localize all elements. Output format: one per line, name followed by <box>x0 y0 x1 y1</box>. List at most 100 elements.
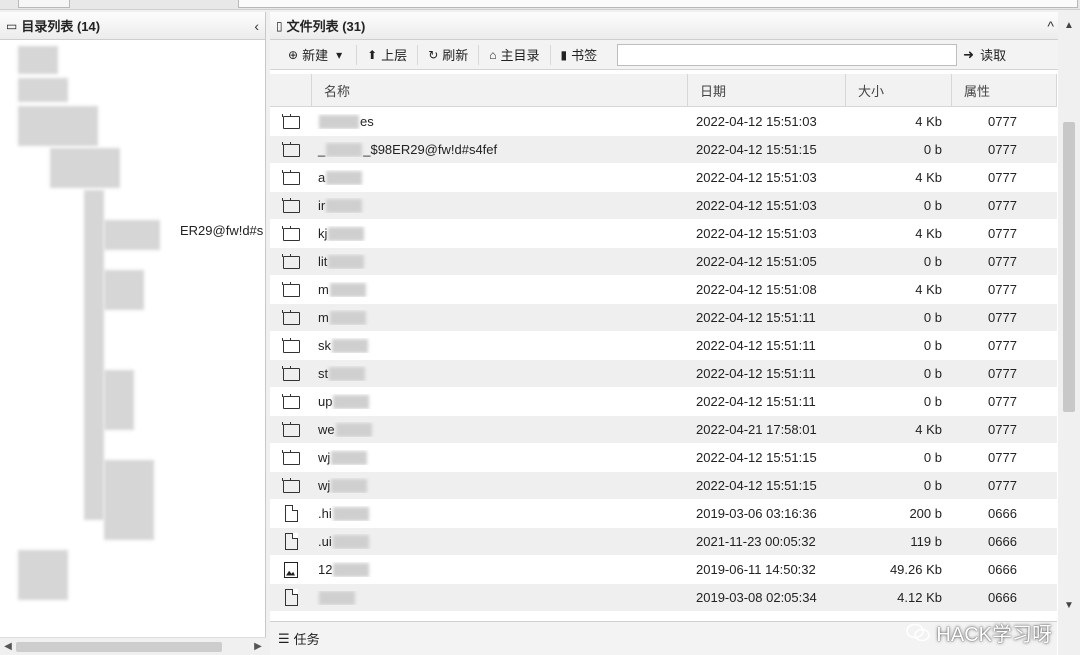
name-column-header[interactable]: 名称 <box>312 74 688 106</box>
tree-node-label[interactable]: ER29@fw!d#s <box>180 223 263 238</box>
file-name[interactable]: up <box>312 394 688 409</box>
new-button[interactable]: ⊕ 新建 ▾ <box>278 44 358 65</box>
file-size: 200 b <box>909 506 942 521</box>
table-row[interactable]: ir 2022-04-12 15:51:03 0 b 0777 <box>270 192 1057 220</box>
file-toolbar: ⊕ 新建 ▾ ⬆ 上层 ↻ 刷新 ⌂ 主目录 ▮ 书签 ➜ 读取 <box>270 40 1080 70</box>
file-attr[interactable]: 0666 <box>952 562 1057 577</box>
file-attr[interactable]: 0777 <box>952 282 1057 297</box>
collapse-up-icon[interactable]: ^ <box>1047 18 1054 34</box>
file-vertical-scrollbar[interactable]: ▲ ▼ <box>1058 12 1080 655</box>
file-attr[interactable]: 0777 <box>952 254 1057 269</box>
table-row[interactable]: up 2022-04-12 15:51:11 0 b 0777 <box>270 388 1057 416</box>
file-name[interactable]: we <box>312 422 688 437</box>
tree-node[interactable] <box>18 106 98 146</box>
table-row[interactable]: wj 2022-04-12 15:51:15 0 b 0777 <box>270 444 1057 472</box>
file-name[interactable]: wj <box>312 450 688 465</box>
file-name[interactable]: _ _$98ER29@fw!d#s4fef <box>312 142 688 157</box>
directory-tree[interactable]: ER29@fw!d#s <box>0 40 265 630</box>
table-row[interactable]: sk 2022-04-12 15:51:11 0 b 0777 <box>270 332 1057 360</box>
file-name[interactable]: lit <box>312 254 688 269</box>
file-attr[interactable]: 0777 <box>952 366 1057 381</box>
file-name[interactable]: ir <box>312 198 688 213</box>
table-row[interactable]: lit 2022-04-12 15:51:05 0 b 0777 <box>270 248 1057 276</box>
tree-node[interactable] <box>18 550 68 600</box>
file-attr[interactable]: 0777 <box>952 338 1057 353</box>
table-row[interactable]: m 2022-04-12 15:51:08 4 Kb 0777 <box>270 276 1057 304</box>
file-name[interactable]: m <box>312 310 688 325</box>
redacted-text <box>332 506 369 521</box>
left-scroll-thumb[interactable] <box>16 641 222 652</box>
file-name[interactable] <box>312 590 688 605</box>
tree-node[interactable] <box>50 148 120 188</box>
tree-node[interactable] <box>18 78 68 102</box>
file-attr[interactable]: 0666 <box>952 590 1057 605</box>
left-horizontal-scrollbar[interactable]: ◀ ▶ <box>0 637 266 655</box>
file-attr[interactable]: 0666 <box>952 534 1057 549</box>
file-name[interactable]: 12 <box>312 562 688 577</box>
table-row[interactable]: we 2022-04-21 17:58:01 4 Kb 0777 <box>270 416 1057 444</box>
tree-node[interactable] <box>18 46 58 74</box>
bookmark-button[interactable]: ▮ 书签 <box>551 45 608 65</box>
table-row[interactable]: m 2022-04-12 15:51:11 0 b 0777 <box>270 304 1057 332</box>
file-name[interactable]: wj <box>312 478 688 493</box>
size-column-header[interactable]: 大小 <box>846 74 952 106</box>
table-row[interactable]: a 2022-04-12 15:51:03 4 Kb 0777 <box>270 164 1057 192</box>
file-name[interactable]: a <box>312 170 688 185</box>
row-icon-cell <box>270 310 312 325</box>
scroll-up-icon[interactable]: ▲ <box>1058 20 1080 31</box>
file-attr[interactable]: 0777 <box>952 422 1057 437</box>
file-attr[interactable]: 0777 <box>952 142 1057 157</box>
tree-node[interactable] <box>104 270 144 310</box>
tree-node[interactable] <box>104 220 160 250</box>
scroll-left-icon[interactable]: ◀ <box>0 641 16 652</box>
table-row[interactable]: 12 2019-06-11 14:50:32 49.26 Kb 0666 <box>270 556 1057 584</box>
refresh-button[interactable]: ↻ 刷新 <box>418 44 480 65</box>
file-size: 0 b <box>923 394 942 409</box>
scroll-right-icon[interactable]: ▶ <box>250 641 266 652</box>
file-attr[interactable]: 0777 <box>952 478 1057 493</box>
path-input[interactable] <box>617 43 958 66</box>
tree-node[interactable] <box>104 460 154 540</box>
table-row[interactable]: wj 2022-04-12 15:51:15 0 b 0777 <box>270 472 1057 500</box>
table-row[interactable]: 2019-03-08 02:05:34 4.12 Kb 0666 <box>270 584 1057 612</box>
date-column-header[interactable]: 日期 <box>688 74 846 106</box>
file-name[interactable]: sk <box>312 338 688 353</box>
file-attr[interactable]: 0777 <box>952 114 1057 129</box>
scroll-down-icon[interactable]: ▼ <box>1058 600 1080 611</box>
attr-column-header[interactable]: 属性 <box>952 74 1057 106</box>
redacted-text <box>331 478 368 493</box>
task-bar-label[interactable]: 任务 <box>294 629 320 648</box>
top-address-field[interactable] <box>238 0 1078 8</box>
collapse-left-icon[interactable]: ‹ <box>254 18 259 34</box>
file-name[interactable]: m <box>312 282 688 297</box>
read-button[interactable]: ➜ 读取 <box>963 45 1006 64</box>
folder-icon <box>282 366 300 381</box>
file-scroll-thumb[interactable] <box>1063 122 1075 412</box>
file-name[interactable]: .ui <box>312 534 688 549</box>
file-attr[interactable]: 0777 <box>952 310 1057 325</box>
file-name[interactable]: .hi <box>312 506 688 521</box>
file-attr[interactable]: 0777 <box>952 198 1057 213</box>
file-name[interactable]: es <box>312 114 688 129</box>
table-row[interactable]: .hi 2019-03-06 03:16:36 200 b 0666 <box>270 500 1057 528</box>
file-name[interactable]: st <box>312 366 688 381</box>
table-row[interactable]: _ _$98ER29@fw!d#s4fef 2022-04-12 15:51:15 0… <box>270 136 1057 164</box>
table-row[interactable]: es 2022-04-12 15:51:03 4 Kb 0777 <box>270 108 1057 136</box>
file-attr[interactable]: 0666 <box>952 506 1057 521</box>
file-attr[interactable]: 0777 <box>952 394 1057 409</box>
file-attr[interactable]: 0777 <box>952 170 1057 185</box>
file-name[interactable]: kj <box>312 226 688 241</box>
file-attr[interactable]: 0777 <box>952 450 1057 465</box>
table-row[interactable]: st 2022-04-12 15:51:11 0 b 0777 <box>270 360 1057 388</box>
home-button[interactable]: ⌂ 主目录 <box>479 44 551 65</box>
file-table-body: es 2022-04-12 15:51:03 4 Kb 0777 _ _$98ER29@f… <box>270 108 1057 612</box>
table-row[interactable]: .ui 2021-11-23 00:05:32 119 b 0666 <box>270 528 1057 556</box>
table-row[interactable]: kj 2022-04-12 15:51:03 4 Kb 0777 <box>270 220 1057 248</box>
new-button-label: 新建 <box>302 48 329 63</box>
bookmark-button-label: 书签 <box>571 48 598 63</box>
up-button[interactable]: ⬆ 上层 <box>357 44 419 65</box>
file-date: 2022-04-12 15:51:11 <box>696 338 816 353</box>
file-attr[interactable]: 0777 <box>952 226 1057 241</box>
top-tab-button[interactable] <box>18 0 70 8</box>
tree-node[interactable] <box>104 370 134 430</box>
